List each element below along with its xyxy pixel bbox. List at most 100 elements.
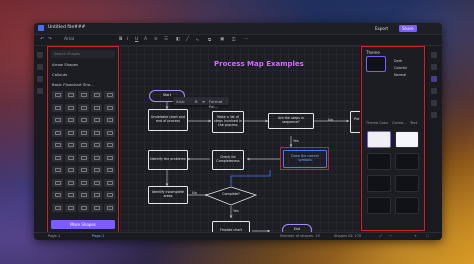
shape-thumbnail[interactable] — [65, 128, 76, 137]
bold-icon[interactable]: B — [119, 37, 122, 42]
theme-thumbnail[interactable] — [367, 153, 391, 170]
theme-rail-icon[interactable] — [431, 76, 437, 82]
templates-rail-icon[interactable] — [37, 64, 43, 70]
theme-option-colorful[interactable]: Colorful — [394, 66, 407, 70]
text-color-icon[interactable]: A — [144, 37, 147, 42]
shape-thumbnail[interactable] — [52, 166, 63, 174]
export-button[interactable]: Export — [372, 25, 391, 32]
theme-thumbnail[interactable] — [395, 131, 419, 148]
shape-thumbnail[interactable] — [78, 91, 89, 99]
theme-thumbnail[interactable] — [367, 131, 391, 148]
shape-thumbnail[interactable] — [91, 191, 102, 199]
shape-thumbnail[interactable] — [65, 91, 76, 99]
shape-thumbnail[interactable] — [91, 203, 102, 212]
theme-thumbnail[interactable] — [395, 153, 419, 170]
zoom-out-icon[interactable]: − — [389, 234, 392, 238]
share-button[interactable]: Share — [399, 25, 417, 32]
shape-thumbnail[interactable] — [78, 178, 89, 187]
shape-thumbnail[interactable] — [104, 91, 115, 99]
shape-thumbnail[interactable] — [91, 128, 102, 137]
data-rail-icon[interactable] — [431, 88, 437, 94]
page-tab[interactable]: Page-1 — [92, 234, 104, 238]
fullscreen-icon[interactable]: ⛶ — [426, 234, 429, 238]
fill-icon[interactable]: ◧ — [176, 37, 180, 42]
shape-thumbnail[interactable] — [65, 103, 76, 112]
theme-thumbnail[interactable] — [395, 197, 419, 214]
shape-thumbnail[interactable] — [104, 153, 115, 162]
shape-thumbnail[interactable] — [91, 116, 102, 124]
list-icon[interactable]: ☰ — [164, 37, 168, 42]
shape-thumbnail[interactable] — [91, 153, 102, 162]
theme-thumbnail[interactable] — [395, 175, 419, 192]
node-check-completeness[interactable]: Check for Completeness — [212, 150, 244, 170]
shape-search-input[interactable]: Search Shapes — [51, 50, 115, 58]
fit-page-icon[interactable]: ⤢ — [379, 234, 382, 238]
images-rail-icon[interactable] — [37, 76, 43, 82]
section-callouts[interactable]: Callouts — [52, 72, 67, 77]
shape-thumbnail[interactable] — [104, 203, 115, 212]
shape-thumbnail[interactable] — [52, 153, 63, 162]
document-title[interactable]: Untitled file### — [48, 25, 85, 30]
connector-icon[interactable]: ⤷ — [196, 37, 199, 43]
shape-thumbnail[interactable] — [78, 103, 89, 112]
group-icon[interactable]: ▣ — [220, 37, 224, 42]
shape-thumbnail[interactable] — [91, 91, 102, 99]
tab-text[interactable]: Text — [410, 121, 417, 125]
line-icon[interactable]: ╱ — [186, 37, 189, 42]
node-sequence-decision[interactable]: Are the steps in sequence? — [268, 113, 314, 129]
theme-preview-icon[interactable] — [366, 56, 386, 72]
section-basic-flowchart[interactable]: Basic Flowchart Sha... — [52, 82, 94, 87]
shape-thumbnail[interactable] — [78, 203, 89, 212]
node-put-steps[interactable]: Put steps in correct sequence — [350, 111, 360, 133]
tab-theme[interactable]: Theme — [366, 121, 378, 125]
align-icon[interactable]: ≡ — [154, 37, 158, 42]
page-title[interactable]: Process Map Examples — [214, 60, 304, 68]
shape-thumbnail[interactable] — [52, 141, 63, 149]
ctx-align-icon[interactable]: ≡ — [202, 99, 205, 104]
redo-icon[interactable]: ↷ — [48, 37, 52, 42]
shape-thumbnail[interactable] — [52, 128, 63, 137]
shape-thumbnail[interactable] — [91, 166, 102, 174]
ctx-bold-icon[interactable]: B — [195, 99, 198, 104]
text-rail-icon[interactable] — [431, 100, 437, 106]
shape-thumbnail[interactable] — [52, 178, 63, 187]
shape-thumbnail[interactable] — [104, 103, 115, 112]
shape-thumbnail[interactable] — [78, 141, 89, 149]
ctx-format-painter[interactable]: Format Pai... — [209, 99, 229, 109]
shape-thumbnail[interactable] — [52, 191, 63, 199]
style-rail-icon[interactable] — [431, 64, 437, 70]
shape-thumbnail[interactable] — [65, 141, 76, 149]
section-arrow-shapes[interactable]: Arrow Shapes — [52, 62, 78, 67]
arrange-icon[interactable]: ⧉ — [208, 37, 211, 43]
zoom-in-icon[interactable]: + — [414, 234, 417, 238]
underline-icon[interactable]: U — [135, 37, 138, 42]
shape-thumbnail[interactable] — [65, 178, 76, 187]
shape-thumbnail[interactable] — [65, 116, 76, 124]
shape-thumbnail[interactable] — [52, 103, 63, 112]
shape-thumbnail[interactable] — [78, 153, 89, 162]
layers-rail-icon[interactable] — [37, 88, 43, 94]
shape-thumbnail[interactable] — [78, 191, 89, 199]
page-rail-icon[interactable] — [431, 112, 437, 118]
shape-thumbnail[interactable] — [65, 153, 76, 162]
shape-thumbnail[interactable] — [52, 91, 63, 99]
shape-thumbnail[interactable] — [78, 166, 89, 174]
shape-thumbnail[interactable] — [104, 166, 115, 174]
shape-thumbnail[interactable] — [65, 191, 76, 199]
font-select[interactable]: Arial — [64, 37, 74, 42]
ctx-font-select[interactable]: Arial — [176, 99, 185, 104]
node-undertake[interactable]: Undertake chart and end of process — [148, 109, 188, 131]
shape-thumbnail[interactable] — [52, 203, 63, 212]
tab-connector[interactable]: Conne... — [392, 121, 407, 125]
tab-color[interactable]: Color — [379, 121, 388, 125]
shape-thumbnail[interactable] — [78, 116, 89, 124]
format-rail-icon[interactable] — [431, 52, 437, 58]
theme-option-normal[interactable]: Normal — [394, 73, 406, 77]
node-incomplete-areas[interactable]: Identify incomplete areas — [148, 186, 188, 204]
shapes-rail-icon[interactable] — [37, 52, 43, 58]
italic-icon[interactable]: I — [127, 37, 128, 42]
more-shapes-button[interactable]: More Shapes — [51, 220, 115, 229]
shape-thumbnail[interactable] — [78, 128, 89, 137]
diagram-canvas[interactable]: Start Undertake chart and end of process… — [120, 46, 360, 233]
node-make-list[interactable]: Make a list of steps involved in the pro… — [212, 111, 244, 133]
